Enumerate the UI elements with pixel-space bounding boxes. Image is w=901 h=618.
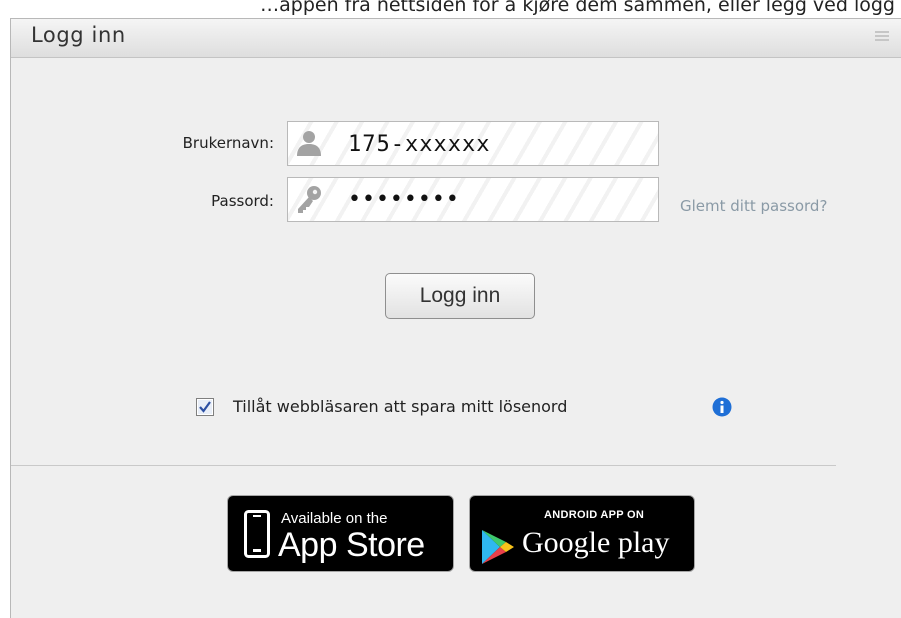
googleplay-small-text: ANDROID APP ON bbox=[544, 509, 645, 521]
grip-icon[interactable] bbox=[875, 31, 889, 43]
panel-title: Logg inn bbox=[31, 23, 126, 47]
username-field[interactable] bbox=[287, 121, 659, 166]
password-input[interactable]: •••••••• bbox=[348, 182, 460, 218]
app-store-badge[interactable]: Available on the App Store bbox=[227, 495, 454, 572]
appstore-small-text: Available on the bbox=[281, 510, 388, 527]
password-label: Passord: bbox=[211, 192, 274, 210]
google-play-badge[interactable]: ANDROID APP ON Google play bbox=[469, 495, 695, 572]
googleplay-big-text: Google play bbox=[522, 526, 670, 559]
remember-password-checkbox[interactable] bbox=[196, 398, 214, 416]
appstore-big-text: App Store bbox=[278, 526, 425, 564]
password-field[interactable]: •••••••• bbox=[287, 177, 659, 222]
username-input[interactable] bbox=[348, 126, 638, 162]
top-page-strip: …appen fra nettsiden for å kjøre dem sam… bbox=[0, 0, 901, 18]
login-panel: Logg inn Brukernavn: Passord: •••••••• G… bbox=[10, 18, 901, 618]
divider bbox=[11, 465, 836, 466]
panel-header: Logg inn bbox=[11, 19, 901, 58]
username-label: Brukernavn: bbox=[182, 134, 274, 152]
play-icon bbox=[482, 530, 514, 564]
forgot-password-link[interactable]: Glemt ditt passord? bbox=[680, 197, 827, 215]
remember-password-label: Tillåt webbläsaren att spara mitt löseno… bbox=[233, 397, 568, 416]
login-button[interactable]: Logg inn bbox=[385, 273, 535, 319]
user-icon bbox=[294, 128, 324, 158]
info-icon[interactable] bbox=[712, 397, 732, 417]
top-strip-text: …appen fra nettsiden for å kjøre dem sam… bbox=[260, 0, 895, 16]
key-icon bbox=[294, 184, 324, 214]
phone-icon bbox=[244, 510, 270, 558]
